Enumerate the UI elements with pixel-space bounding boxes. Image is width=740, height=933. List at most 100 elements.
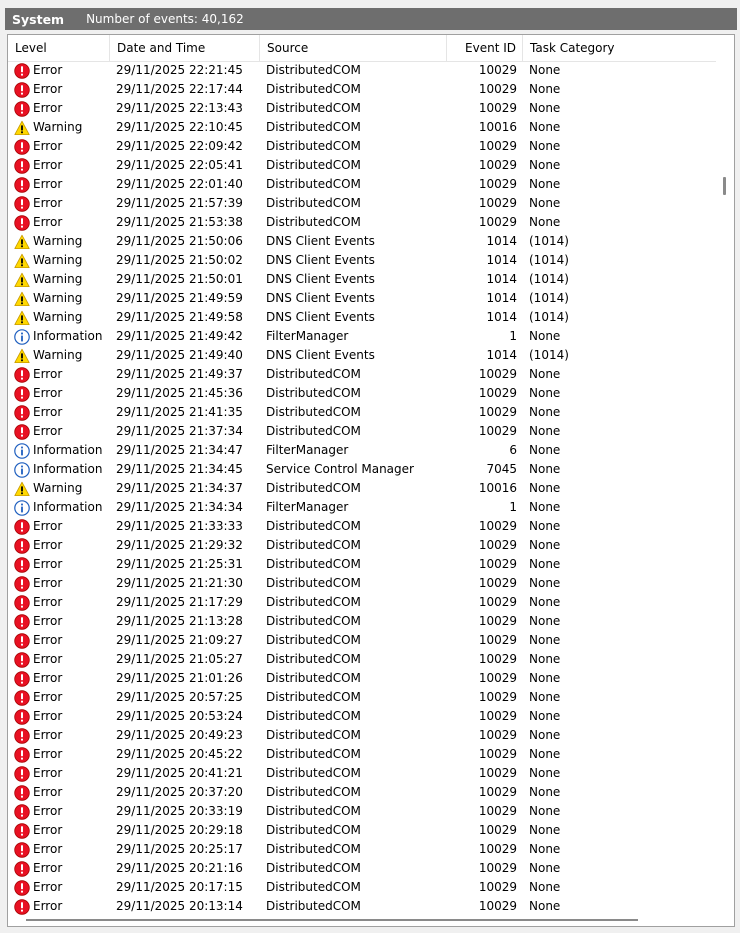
level-cell: Error <box>14 194 62 213</box>
column-header-date[interactable]: Date and Time <box>110 35 260 61</box>
vertical-scrollbar-thumb[interactable] <box>723 177 726 195</box>
table-row[interactable]: Error 29/11/2025 21:13:28 DistributedCOM 10… <box>8 612 716 631</box>
level-cell: Error <box>14 403 62 422</box>
date-cell: 29/11/2025 21:17:29 <box>116 595 243 609</box>
table-row[interactable]: Error 29/11/2025 21:09:27 DistributedCOM 10… <box>8 631 716 650</box>
table-row[interactable]: Error 29/11/2025 21:53:38 DistributedCOM 10… <box>8 213 716 232</box>
table-row[interactable]: Warning 29/11/2025 21:49:59 DNS Client Eve… <box>8 289 716 308</box>
event-id-cell: 10029 <box>478 557 517 571</box>
table-row[interactable]: Error 29/11/2025 21:41:35 DistributedCOM 10… <box>8 403 716 422</box>
table-row[interactable]: Warning 29/11/2025 21:34:37 DistributedCOM… <box>8 479 716 498</box>
task-category-cell: None <box>529 481 561 495</box>
error-icon <box>14 632 33 649</box>
source-cell: DistributedCOM <box>266 215 361 229</box>
date-cell: 29/11/2025 21:13:28 <box>116 614 243 628</box>
date-cell: 29/11/2025 21:41:35 <box>116 405 243 419</box>
event-id-cell: 10029 <box>478 633 517 647</box>
error-icon <box>14 423 33 440</box>
error-icon <box>14 537 33 554</box>
event-id-cell: 10029 <box>478 158 517 172</box>
source-cell: FilterManager <box>266 329 349 343</box>
table-row[interactable]: Error 29/11/2025 21:33:33 DistributedCOM 10… <box>8 517 716 536</box>
event-id-cell: 10029 <box>478 671 517 685</box>
table-row[interactable]: Error 29/11/2025 20:25:17 DistributedCOM 10… <box>8 840 716 859</box>
date-cell: 29/11/2025 20:53:24 <box>116 709 243 723</box>
event-id-cell: 10029 <box>478 804 517 818</box>
source-cell: DistributedCOM <box>266 82 361 96</box>
table-row[interactable]: Information 29/11/2025 21:34:34 FilterMana… <box>8 498 716 517</box>
level-cell: Warning <box>14 118 82 137</box>
column-header-task-category[interactable]: Task Category <box>523 35 716 61</box>
horizontal-scrollbar[interactable] <box>8 916 716 926</box>
table-row[interactable]: Warning 29/11/2025 21:50:06 DNS Client Eve… <box>8 232 716 251</box>
table-row[interactable]: Error 29/11/2025 20:33:19 DistributedCOM 10… <box>8 802 716 821</box>
table-row[interactable]: Error 29/11/2025 22:05:41 DistributedCOM 10… <box>8 156 716 175</box>
table-row[interactable]: Warning 29/11/2025 22:10:45 DistributedCOM… <box>8 118 716 137</box>
level-label: Warning <box>33 120 83 134</box>
table-row[interactable]: Information 29/11/2025 21:34:47 FilterMana… <box>8 441 716 460</box>
warning-icon <box>14 120 33 136</box>
column-header-event-id[interactable]: Event ID <box>447 35 523 61</box>
table-row[interactable]: Error 29/11/2025 21:45:36 DistributedCOM 10… <box>8 384 716 403</box>
level-label: Error <box>33 861 63 875</box>
level-cell: Error <box>14 669 62 688</box>
vertical-scrollbar[interactable] <box>716 35 734 926</box>
table-row[interactable]: Error 29/11/2025 22:01:40 DistributedCOM 10… <box>8 175 716 194</box>
log-name: System <box>12 11 65 27</box>
event-id-cell: 10029 <box>478 367 517 381</box>
source-cell: DistributedCOM <box>266 557 361 571</box>
level-label: Error <box>33 196 63 210</box>
task-category-cell: None <box>529 120 561 134</box>
table-row[interactable]: Error 29/11/2025 21:25:31 DistributedCOM 10… <box>8 555 716 574</box>
table-row[interactable]: Error 29/11/2025 20:45:22 DistributedCOM 10… <box>8 745 716 764</box>
source-cell: DistributedCOM <box>266 481 361 495</box>
table-row[interactable]: Error 29/11/2025 20:57:25 DistributedCOM 10… <box>8 688 716 707</box>
task-category-cell: None <box>529 842 561 856</box>
level-label: Warning <box>33 481 83 495</box>
task-category-cell: None <box>529 177 561 191</box>
table-row[interactable]: Warning 29/11/2025 21:50:01 DNS Client Eve… <box>8 270 716 289</box>
table-row[interactable]: Error 29/11/2025 20:13:14 DistributedCOM 10… <box>8 897 716 916</box>
level-cell: Error <box>14 574 62 593</box>
table-row[interactable]: Error 29/11/2025 22:17:44 DistributedCOM 10… <box>8 80 716 99</box>
table-row[interactable]: Error 29/11/2025 20:49:23 DistributedCOM 10… <box>8 726 716 745</box>
level-label: Error <box>33 177 63 191</box>
table-row[interactable]: Error 29/11/2025 21:01:26 DistributedCOM 10… <box>8 669 716 688</box>
source-cell: DistributedCOM <box>266 899 361 913</box>
level-label: Error <box>33 785 63 799</box>
table-row[interactable]: Error 29/11/2025 20:21:16 DistributedCOM 10… <box>8 859 716 878</box>
table-row[interactable]: Error 29/11/2025 22:13:43 DistributedCOM 10… <box>8 99 716 118</box>
horizontal-scrollbar-thumb[interactable] <box>26 919 638 921</box>
task-category-cell: None <box>529 861 561 875</box>
level-cell: Error <box>14 631 62 650</box>
level-cell: Information <box>14 327 102 346</box>
table-row[interactable]: Warning 29/11/2025 21:49:40 DNS Client Eve… <box>8 346 716 365</box>
table-row[interactable]: Error 29/11/2025 21:57:39 DistributedCOM 10… <box>8 194 716 213</box>
table-row[interactable]: Error 29/11/2025 21:29:32 DistributedCOM 10… <box>8 536 716 555</box>
table-row[interactable]: Error 29/11/2025 21:21:30 DistributedCOM 10… <box>8 574 716 593</box>
table-row[interactable]: Error 29/11/2025 20:41:21 DistributedCOM 10… <box>8 764 716 783</box>
table-row[interactable]: Error 29/11/2025 20:17:15 DistributedCOM 10… <box>8 878 716 897</box>
column-header-source[interactable]: Source <box>260 35 447 61</box>
table-row[interactable]: Error 29/11/2025 21:49:37 DistributedCOM 10… <box>8 365 716 384</box>
table-row[interactable]: Error 29/11/2025 22:09:42 DistributedCOM 10… <box>8 137 716 156</box>
table-row[interactable]: Warning 29/11/2025 21:49:58 DNS Client Eve… <box>8 308 716 327</box>
error-icon <box>14 746 33 763</box>
table-row[interactable]: Error 29/11/2025 20:37:20 DistributedCOM 10… <box>8 783 716 802</box>
level-label: Error <box>33 880 63 894</box>
table-row[interactable]: Error 29/11/2025 21:05:27 DistributedCOM 10… <box>8 650 716 669</box>
table-row[interactable]: Warning 29/11/2025 21:50:02 DNS Client Eve… <box>8 251 716 270</box>
level-cell: Warning <box>14 270 82 289</box>
table-row[interactable]: Error 29/11/2025 22:21:45 DistributedCOM 10… <box>8 61 716 80</box>
table-row[interactable]: Error 29/11/2025 20:29:18 DistributedCOM 10… <box>8 821 716 840</box>
table-row[interactable]: Information 29/11/2025 21:34:45 Service Co… <box>8 460 716 479</box>
warning-icon <box>14 348 33 364</box>
table-row[interactable]: Error 29/11/2025 20:53:24 DistributedCOM 10… <box>8 707 716 726</box>
level-label: Error <box>33 709 63 723</box>
table-row[interactable]: Information 29/11/2025 21:49:42 FilterMana… <box>8 327 716 346</box>
level-label: Error <box>33 101 63 115</box>
table-row[interactable]: Error 29/11/2025 21:17:29 DistributedCOM 10… <box>8 593 716 612</box>
column-header-level[interactable]: Level <box>8 35 110 61</box>
task-category-cell: None <box>529 101 561 115</box>
table-row[interactable]: Error 29/11/2025 21:37:34 DistributedCOM 10… <box>8 422 716 441</box>
